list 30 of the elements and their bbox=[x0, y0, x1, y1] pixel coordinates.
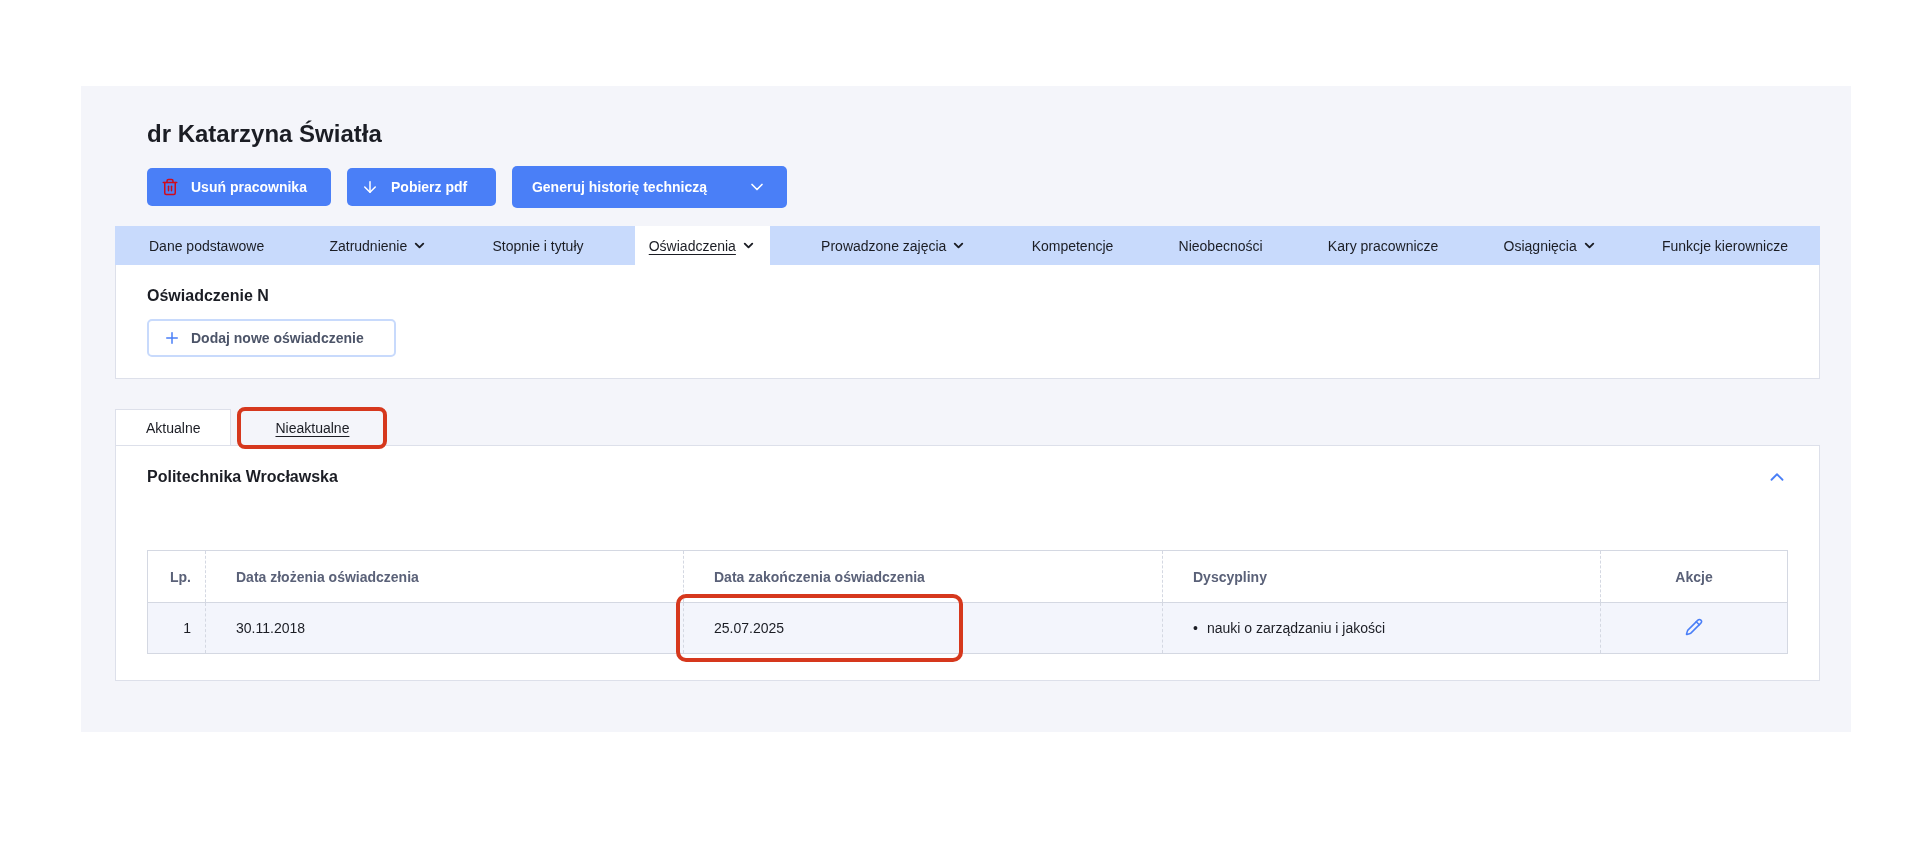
nav-tab[interactable]: Zatrudnienie bbox=[315, 226, 442, 265]
column-header: Lp. bbox=[147, 550, 206, 603]
table-cell: 30.11.2018 bbox=[205, 602, 684, 654]
group-title: Politechnika Wrocławska bbox=[147, 468, 338, 486]
nav-tab[interactable]: Stopnie i tytuły bbox=[478, 226, 598, 265]
nav-tab[interactable]: Funkcje kierownicze bbox=[1647, 226, 1802, 265]
pencil-icon bbox=[1685, 617, 1703, 636]
edit-button[interactable] bbox=[1685, 617, 1703, 636]
sub-tab[interactable]: Nieaktualne bbox=[237, 407, 388, 449]
nav-tab[interactable]: Oświadczenia bbox=[634, 226, 770, 265]
bullet-mark: • bbox=[1193, 619, 1198, 637]
section-title: Oświadczenie N bbox=[147, 287, 270, 305]
nav-tab[interactable]: Kompetencje bbox=[1017, 226, 1128, 265]
employee-name: dr Katarzyna Światła bbox=[147, 120, 383, 148]
download-icon bbox=[361, 178, 379, 196]
table-cell: 25.07.2025 bbox=[676, 594, 963, 662]
discipline-item: nauki o zarządzaniu i jakości bbox=[1206, 619, 1386, 637]
add-statement-button[interactable]: Dodaj nowe oświadczenie bbox=[147, 319, 396, 357]
nav-tab[interactable]: Dane podstawowe bbox=[135, 226, 279, 265]
nav-tab[interactable]: Nieobecności bbox=[1164, 226, 1277, 265]
table-cell: 1 bbox=[147, 602, 206, 654]
nav-tab[interactable]: Prowadzone zajęcia bbox=[807, 226, 981, 265]
nav-tab[interactable]: Kary pracownicze bbox=[1313, 226, 1453, 265]
download-button[interactable]: Pobierz pdf bbox=[347, 168, 496, 206]
nav-tab[interactable]: Osiągnięcia bbox=[1489, 226, 1611, 265]
delete-button[interactable]: Usuń pracownika bbox=[147, 168, 331, 206]
generate-history-button[interactable]: Generuj historię techniczą bbox=[512, 166, 787, 208]
plus-icon bbox=[163, 329, 181, 347]
sub-tab[interactable]: Aktualne bbox=[115, 409, 232, 445]
trash-icon bbox=[161, 178, 179, 196]
